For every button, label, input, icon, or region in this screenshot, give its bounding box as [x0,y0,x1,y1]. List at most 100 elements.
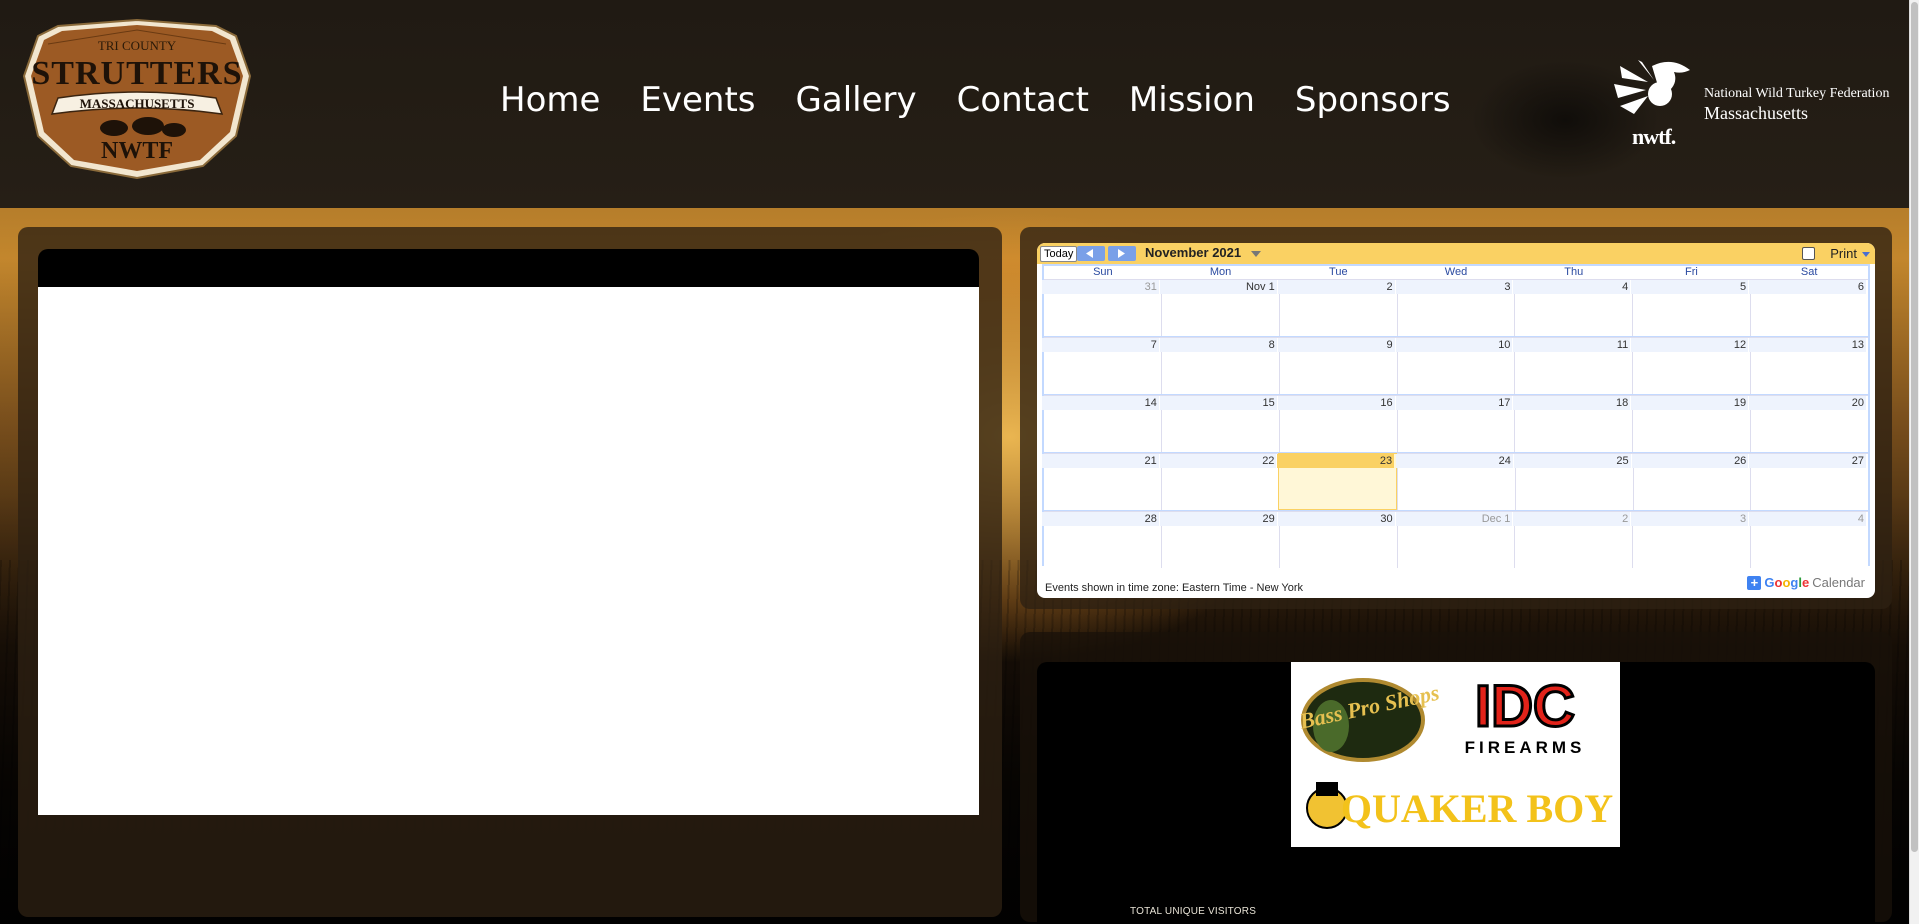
calendar-day[interactable]: 31 [1042,279,1161,336]
day-number: 22 [1159,454,1277,468]
day-number: 15 [1159,396,1277,410]
weekday-label: Wed [1444,266,1468,278]
sponsor-idc: IDC [1475,674,1575,739]
weekday-label: Sat [1800,266,1818,278]
calendar-day[interactable]: 19 [1631,395,1751,452]
calendar-day[interactable]: 17 [1395,395,1515,452]
add-to-google-calendar[interactable]: + Google Calendar [1747,575,1865,590]
nav-sponsors[interactable]: Sponsors [1295,80,1451,120]
calendar-month-title: November 2021 [1145,245,1242,260]
calendar-day[interactable]: 23 [1277,453,1398,510]
day-number: 20 [1749,396,1867,410]
day-number: Nov 1 [1159,280,1277,294]
calendar-day[interactable]: 30 [1277,511,1397,568]
next-month-button[interactable] [1108,246,1136,261]
calendar-day[interactable]: 10 [1395,337,1515,394]
day-number: 31 [1042,280,1159,294]
nav-contact[interactable]: Contact [957,80,1089,120]
chevron-right-icon [1118,249,1125,258]
calendar-day[interactable]: 26 [1631,453,1751,510]
calendar-day[interactable]: 12 [1631,337,1751,394]
today-button[interactable]: Today [1040,246,1078,262]
prev-month-button[interactable] [1077,246,1105,261]
day-number: 3 [1631,512,1749,526]
calendar-day[interactable]: 2 [1277,279,1397,336]
logo-line2: STRUTTERS [31,55,242,92]
day-number: 11 [1513,338,1631,352]
page-scrollbar[interactable] [1909,0,1919,924]
calendar-day[interactable]: 11 [1513,337,1633,394]
calendar-day[interactable]: 5 [1631,279,1751,336]
day-number: 21 [1042,454,1159,468]
logo-line4: NWTF [101,138,173,164]
calendar-day[interactable]: 3 [1395,279,1515,336]
weekday-header: Sun Mon Tue Wed Thu Fri Sat [1044,266,1868,279]
nav-events[interactable]: Events [640,80,755,120]
print-dropdown-icon[interactable] [1862,252,1870,257]
calendar-day[interactable]: 16 [1277,395,1397,452]
day-number: 17 [1395,396,1513,410]
calendar-day[interactable]: 18 [1513,395,1633,452]
print-button[interactable]: Print [1830,246,1857,261]
google-calendar: Today November 2021 Print Sun Mon Tue We… [1037,243,1875,598]
weekday-label: Mon [1209,266,1232,278]
day-number: 10 [1395,338,1513,352]
calendar-day[interactable]: 28 [1042,511,1161,568]
day-number: 19 [1631,396,1749,410]
calendar-day[interactable]: 8 [1159,337,1279,394]
logo-line1: TRI COUNTY [98,38,177,53]
calendar-wordmark: Calendar [1812,575,1865,590]
day-number: 30 [1277,512,1395,526]
nwtf-logo[interactable]: nwtf. National Wild Turkey Federation Ma… [1612,56,1892,149]
site-logo[interactable]: TRI COUNTY STRUTTERS MASSACHUSETTS NWTF [18,16,256,182]
day-number: 24 [1396,454,1513,468]
day-number: 13 [1749,338,1867,352]
calendar-day[interactable]: 21 [1042,453,1161,510]
calendar-day[interactable]: 9 [1277,337,1397,394]
nav-home[interactable]: Home [500,80,600,120]
visitor-counter-label: TOTAL UNIQUE VISITORS [1130,906,1257,917]
calendar-day[interactable]: Dec 1 [1395,511,1515,568]
day-number: 12 [1631,338,1749,352]
nav-mission[interactable]: Mission [1129,80,1255,120]
day-number: 2 [1277,280,1395,294]
calendar-day[interactable]: 22 [1159,453,1279,510]
calendar-day[interactable]: 7 [1042,337,1161,394]
print-icon[interactable] [1802,247,1815,260]
weekday-label: Fri [1685,266,1698,278]
nwtf-state: Massachusetts [1704,103,1808,123]
logo-line3: MASSACHUSETTS [80,96,195,111]
calendar-day[interactable]: 3 [1631,511,1751,568]
nav-gallery[interactable]: Gallery [796,80,917,120]
main-nav: Home Events Gallery Contact Mission Spon… [500,80,1451,120]
day-number: 3 [1395,280,1513,294]
calendar-day[interactable]: 4 [1513,279,1633,336]
google-wordmark: Google [1764,575,1810,590]
calendar-day[interactable]: Nov 1 [1159,279,1279,336]
calendar-week: 7 8 9 10 11 12 13 [1042,337,1869,394]
calendar-week: 21 22 23 24 25 26 27 [1042,453,1869,510]
scrollbar-thumb[interactable] [1911,2,1918,852]
calendar-day[interactable]: 6 [1749,279,1869,336]
calendar-day[interactable]: 2 [1513,511,1633,568]
calendar-day[interactable]: 4 [1749,511,1869,568]
calendar-day[interactable]: 14 [1042,395,1161,452]
day-number: 5 [1631,280,1749,294]
sponsor-logos[interactable]: Bass Pro Shops IDC FIREARMS QUAKER BOY [1291,662,1620,847]
calendar-day[interactable]: 27 [1749,453,1869,510]
calendar-week: 31 Nov 123456 [1042,279,1869,336]
calendar-day[interactable]: 25 [1513,453,1633,510]
video-screen[interactable] [38,287,979,815]
plus-icon: + [1747,575,1762,590]
day-number: 7 [1042,338,1159,352]
calendar-day[interactable]: 24 [1396,453,1515,510]
day-number: 14 [1042,396,1159,410]
calendar-day[interactable]: 20 [1749,395,1869,452]
sponsor-logos-graphic: Bass Pro Shops IDC FIREARMS QUAKER BOY [1296,673,1613,832]
day-number: 25 [1513,454,1631,468]
calendar-day[interactable]: 29 [1159,511,1279,568]
day-number: 28 [1042,512,1159,526]
calendar-day[interactable]: 13 [1749,337,1869,394]
calendar-day[interactable]: 15 [1159,395,1279,452]
month-dropdown-icon[interactable] [1251,251,1261,257]
